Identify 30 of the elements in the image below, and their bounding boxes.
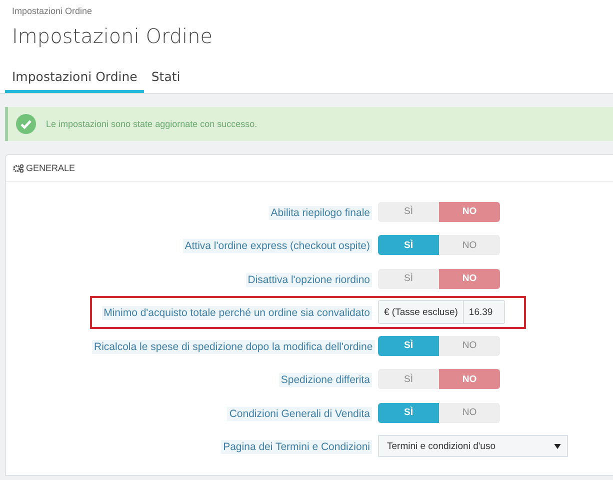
page-select[interactable]: Termini e condizioni d'uso	[378, 435, 568, 458]
field-label: Pagina dei Termini e Condizioni	[221, 440, 372, 454]
gears-icon	[13, 164, 24, 172]
check-icon	[16, 114, 36, 134]
switch-option[interactable]: SÌ	[378, 369, 439, 390]
alert-message: Le impostazioni sono state aggiornate con successo.	[46, 119, 258, 129]
field-label: Abilita riepilogo finale	[268, 206, 372, 220]
switch-option[interactable]: SÌ	[378, 402, 439, 423]
switch-option[interactable]: NO	[439, 402, 500, 423]
switch-option[interactable]: SÌ	[378, 268, 439, 289]
switch-option[interactable]: SÌ	[378, 202, 439, 222]
switch-option[interactable]: NO	[439, 235, 500, 256]
switch-option[interactable]: NO	[439, 202, 500, 222]
switch-option[interactable]: SÌ	[378, 235, 439, 256]
field-label: Condizioni Generali di Vendita	[227, 406, 372, 421]
page-title: Impostazioni Ordine	[12, 24, 214, 48]
breadcrumb: Impostazioni Ordine	[12, 6, 94, 16]
field-label: Attiva l'ordine express (checkout ospite)	[182, 239, 372, 254]
field-label: Disattiva l'opzione riordino	[246, 272, 372, 287]
field-label: Spedizione differita	[278, 373, 372, 388]
switch-option[interactable]: SÌ	[378, 336, 439, 356]
switch-option[interactable]: NO	[439, 336, 500, 356]
tab[interactable]: Impostazioni Ordine	[5, 66, 144, 93]
switch-option[interactable]: NO	[439, 268, 500, 289]
field-label: Minimo d'acquisto totale perché un ordine sia convalidato	[102, 306, 372, 320]
panel-title: GENERALE	[26, 163, 76, 173]
tab[interactable]: Stati	[144, 66, 188, 93]
caret-icon	[554, 444, 561, 449]
switch-option[interactable]: NO	[439, 369, 500, 390]
field-label: Ricalcola le spese di spedizione dopo la modifica dell'ordine	[92, 340, 375, 354]
